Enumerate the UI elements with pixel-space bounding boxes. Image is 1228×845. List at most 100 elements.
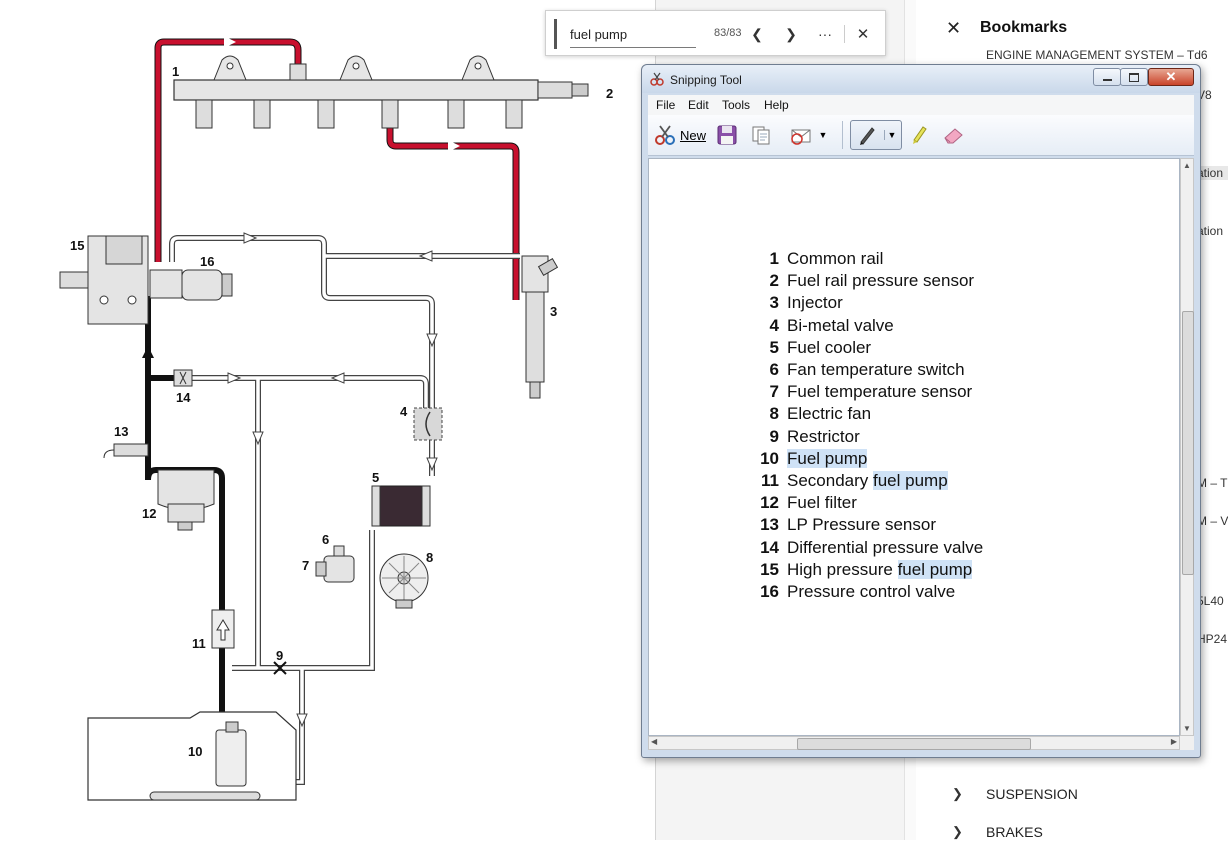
close-icon: ✕ <box>1165 69 1177 84</box>
legend-text: Fuel filter <box>787 493 857 513</box>
window-close-button[interactable]: ✕ <box>1148 68 1194 86</box>
diagram-label-14: 14 <box>176 390 191 405</box>
scrollbar-corner <box>1180 736 1194 750</box>
toolbar-divider <box>842 121 843 149</box>
legend-number: 5 <box>769 337 779 357</box>
find-more-button[interactable]: ··· <box>814 23 836 45</box>
eraser-button[interactable] <box>940 120 966 150</box>
legend-row: 2 Fuel rail pressure sensor <box>749 271 975 293</box>
horizontal-scroll-thumb[interactable] <box>797 738 1031 750</box>
bookmarks-close-button[interactable]: ✕ <box>946 18 961 39</box>
diagram-label-12: 12 <box>142 506 156 521</box>
fuel-filter <box>157 469 215 531</box>
find-bar: 83/83 ❮ ❯ ··· ✕ <box>545 10 886 56</box>
legend-row: 10 Fuel pump <box>749 448 868 471</box>
legend-number: 9 <box>769 426 779 446</box>
diagram-label-13: 13 <box>114 424 128 439</box>
snipping-tool-window: Snipping Tool ✕ File Edit Tools Help New <box>641 64 1201 758</box>
bookmark-fragment[interactable]: ation <box>1197 166 1228 180</box>
maximize-icon <box>1129 72 1139 82</box>
minimize-button[interactable] <box>1093 68 1121 86</box>
find-next-button[interactable]: ❯ <box>780 23 802 45</box>
fuel-cooler <box>371 485 431 527</box>
diagram-label-8: 8 <box>426 550 433 565</box>
envelope-icon <box>790 129 811 145</box>
menu-file[interactable]: File <box>656 98 675 112</box>
snip-canvas: 1 Common rail 2 Fuel rail pressure sensor 3 I… <box>648 158 1180 736</box>
diagram-label-15: 15 <box>70 238 84 253</box>
search-highlight: fuel pump <box>897 559 973 579</box>
bookmark-fragment[interactable]: M – V <box>1197 514 1228 528</box>
chevron-right-icon: ❯ <box>952 824 963 839</box>
bookmarks-title: Bookmarks <box>980 19 1068 36</box>
legend-number: 6 <box>769 360 779 379</box>
copy-button[interactable] <box>748 120 774 150</box>
bookmark-label: SUSPENSION <box>986 786 1078 802</box>
diagram-label-4: 4 <box>400 404 408 419</box>
legend-row: 9 Restrictor <box>749 427 860 449</box>
find-input[interactable] <box>570 21 696 48</box>
legend-text: Injector <box>787 293 843 313</box>
bookmark-fragment[interactable]: 5L40 <box>1197 594 1228 608</box>
bookmark-fragment[interactable]: M – T <box>1197 476 1228 490</box>
legend-text: Fuel cooler <box>787 337 872 357</box>
scissors-icon <box>650 72 664 86</box>
vertical-scrollbar[interactable]: ▲ ▼ <box>1180 158 1194 736</box>
bookmark-item-suspension[interactable]: ❯ SUSPENSION <box>952 786 1078 802</box>
menu-tools[interactable]: Tools <box>722 98 750 112</box>
legend-number: 2 <box>769 271 779 291</box>
diagram-label-11: 11 <box>192 636 206 651</box>
bookmark-fragment[interactable]: HP24 <box>1197 632 1228 646</box>
bookmark-item-brakes[interactable]: ❯ BRAKES <box>952 824 1043 840</box>
legend-row: 1 Common rail <box>749 249 884 271</box>
legend-number: 14 <box>760 537 779 557</box>
chevron-left-icon: ❮ <box>751 25 763 42</box>
maximize-button[interactable] <box>1120 68 1148 86</box>
legend-text: Fuel rail pressure sensor <box>787 271 975 291</box>
legend-text: Fan temperature switch <box>787 360 965 379</box>
scroll-left-icon[interactable]: ◀ <box>651 737 657 746</box>
find-close-button[interactable]: ✕ <box>852 23 874 45</box>
legend-row: 8 Electric fan <box>749 404 872 426</box>
search-highlight: Fuel pump <box>787 448 868 468</box>
legend-row: 14 Differential pressure valve <box>749 538 983 560</box>
flow-arrow <box>448 140 460 152</box>
chevron-right-icon: ❯ <box>952 786 963 801</box>
find-previous-button[interactable]: ❮ <box>746 23 768 45</box>
bookmark-item-truncated[interactable]: ENGINE MANAGEMENT SYSTEM – Td6 <box>986 48 1208 62</box>
scroll-down-icon[interactable]: ▼ <box>1183 724 1191 733</box>
find-divider <box>844 25 845 43</box>
diagram-label-9: 9 <box>276 648 283 663</box>
scroll-up-icon[interactable]: ▲ <box>1183 161 1191 170</box>
legend-text: Electric fan <box>787 404 872 424</box>
horizontal-scrollbar[interactable]: ◀ ▶ <box>648 736 1180 750</box>
bookmark-fragment[interactable]: ation <box>1197 224 1228 238</box>
find-match-count: 83/83 <box>714 27 742 39</box>
new-snip-button[interactable]: New <box>652 120 708 150</box>
legend-text: Fuel temperature sensor <box>787 382 973 402</box>
send-snip-button[interactable]: ▼ <box>784 120 832 150</box>
toolbar: New ▼ ▼ <box>648 115 1194 156</box>
close-icon: ✕ <box>856 26 870 43</box>
copy-icon <box>752 126 770 145</box>
menu-edit[interactable]: Edit <box>688 98 709 112</box>
diagram-label-2: 2 <box>606 86 613 101</box>
pen-icon <box>859 127 875 145</box>
highlighter-button[interactable] <box>906 120 932 150</box>
snipping-tool-titlebar[interactable]: Snipping Tool ✕ <box>642 65 1200 93</box>
scroll-right-icon[interactable]: ▶ <box>1171 737 1177 746</box>
menu-help[interactable]: Help <box>764 98 789 112</box>
save-button[interactable] <box>714 120 740 150</box>
dropdown-arrow-icon: ▼ <box>883 130 896 140</box>
vertical-scroll-thumb[interactable] <box>1182 311 1194 575</box>
bimetal-valve <box>413 407 443 441</box>
injector <box>521 255 559 399</box>
eraser-icon <box>944 128 963 144</box>
legend-text: LP Pressure sensor <box>787 515 936 535</box>
lp-pressure-sensor <box>103 443 149 459</box>
pen-button[interactable]: ▼ <box>850 120 902 150</box>
more-dots-icon: ··· <box>818 26 832 42</box>
flow-arrow <box>224 36 236 48</box>
legend-row: 11 Secondary fuel pump <box>749 471 948 493</box>
fuel-system-diagram: 1 2 3 4 5 6 7 8 9 10 11 12 13 14 15 16 <box>0 0 656 840</box>
